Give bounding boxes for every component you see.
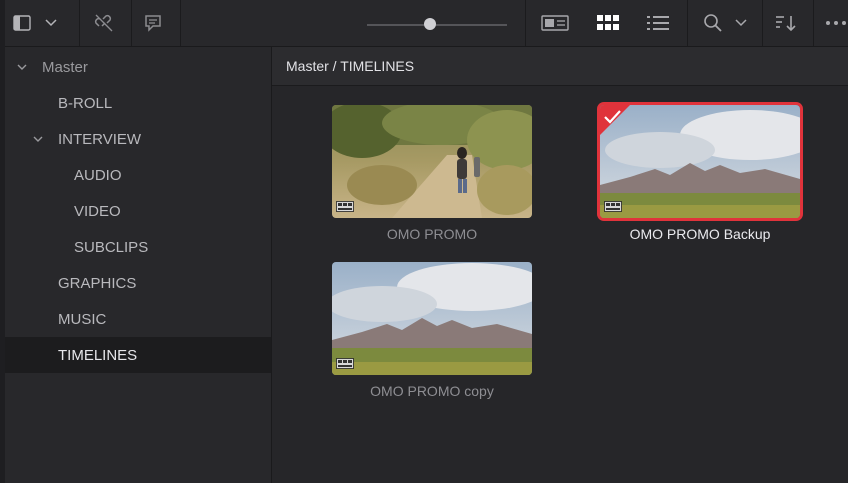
sidebar-item-label: INTERVIEW [58, 130, 142, 148]
sidebar-item-label: GRAPHICS [58, 274, 137, 292]
breadcrumb-bar: Master / TIMELINES [272, 47, 848, 86]
media-pool-window: Master B-ROLL INTERVIEW AUDIO VIDEO SUBC… [5, 0, 848, 483]
sidebar-item-label: SUBCLIPS [74, 238, 149, 256]
sidebar-item-video[interactable]: VIDEO [5, 193, 271, 229]
clip-name: OMO PROMO Backup [629, 226, 771, 242]
clip-name: OMO PROMO copy [370, 383, 494, 399]
chevron-down-icon[interactable] [33, 134, 43, 144]
timeline-icon [604, 201, 622, 212]
sort-icon[interactable] [775, 14, 797, 32]
sidebar-item-subclips[interactable]: SUBCLIPS [5, 229, 271, 265]
comment-icon[interactable] [143, 13, 163, 33]
sidebar-item-interview[interactable]: INTERVIEW [5, 121, 271, 157]
sidebar-item-b-roll[interactable]: B-ROLL [5, 85, 271, 121]
timeline-icon [336, 358, 354, 369]
sidebar-toggle-icon[interactable] [13, 15, 31, 31]
sidebar-item-label: TIMELINES [58, 346, 138, 364]
chevron-down-icon[interactable] [45, 19, 57, 27]
clip-name: OMO PROMO [386, 226, 478, 242]
sidebar-toggle[interactable] [13, 0, 57, 46]
sidebar-item-label: MUSIC [58, 310, 107, 328]
sidebar-item-audio[interactable]: AUDIO [5, 157, 271, 193]
sidebar-item-music[interactable]: MUSIC [5, 301, 271, 337]
metadata-view-icon[interactable] [541, 15, 569, 31]
toolbar [5, 0, 848, 47]
sidebar-item-label: B-ROLL [58, 94, 113, 112]
more-icon[interactable] [825, 20, 847, 26]
search-icon[interactable] [703, 13, 723, 33]
bin-content: Master / TIMELINES OMO PROMO OMO PROMO B… [272, 47, 848, 483]
chevron-down-icon[interactable] [17, 62, 27, 72]
grid-view-icon[interactable] [597, 15, 619, 31]
breadcrumb: Master / TIMELINES [286, 58, 415, 74]
sidebar-item-timelines[interactable]: TIMELINES [5, 337, 271, 373]
timeline-icon [336, 201, 354, 212]
list-view-icon[interactable] [647, 15, 669, 31]
bin-sidebar: Master B-ROLL INTERVIEW AUDIO VIDEO SUBC… [5, 47, 272, 483]
link-off-icon[interactable] [93, 13, 115, 33]
zoom-slider-track[interactable] [367, 24, 507, 26]
sidebar-item-graphics[interactable]: GRAPHICS [5, 265, 271, 301]
clip-thumbnail-image[interactable] [332, 262, 532, 375]
sidebar-item-label: Master [42, 58, 88, 76]
sidebar-item-master[interactable]: Master [5, 49, 271, 85]
clip-thumbnail-image[interactable] [600, 105, 800, 218]
clip-thumbnail-image[interactable] [332, 105, 532, 218]
sidebar-item-label: AUDIO [74, 166, 122, 184]
sidebar-item-label: VIDEO [74, 202, 121, 220]
chevron-down-icon[interactable] [735, 19, 747, 27]
zoom-slider-knob[interactable] [424, 18, 436, 30]
